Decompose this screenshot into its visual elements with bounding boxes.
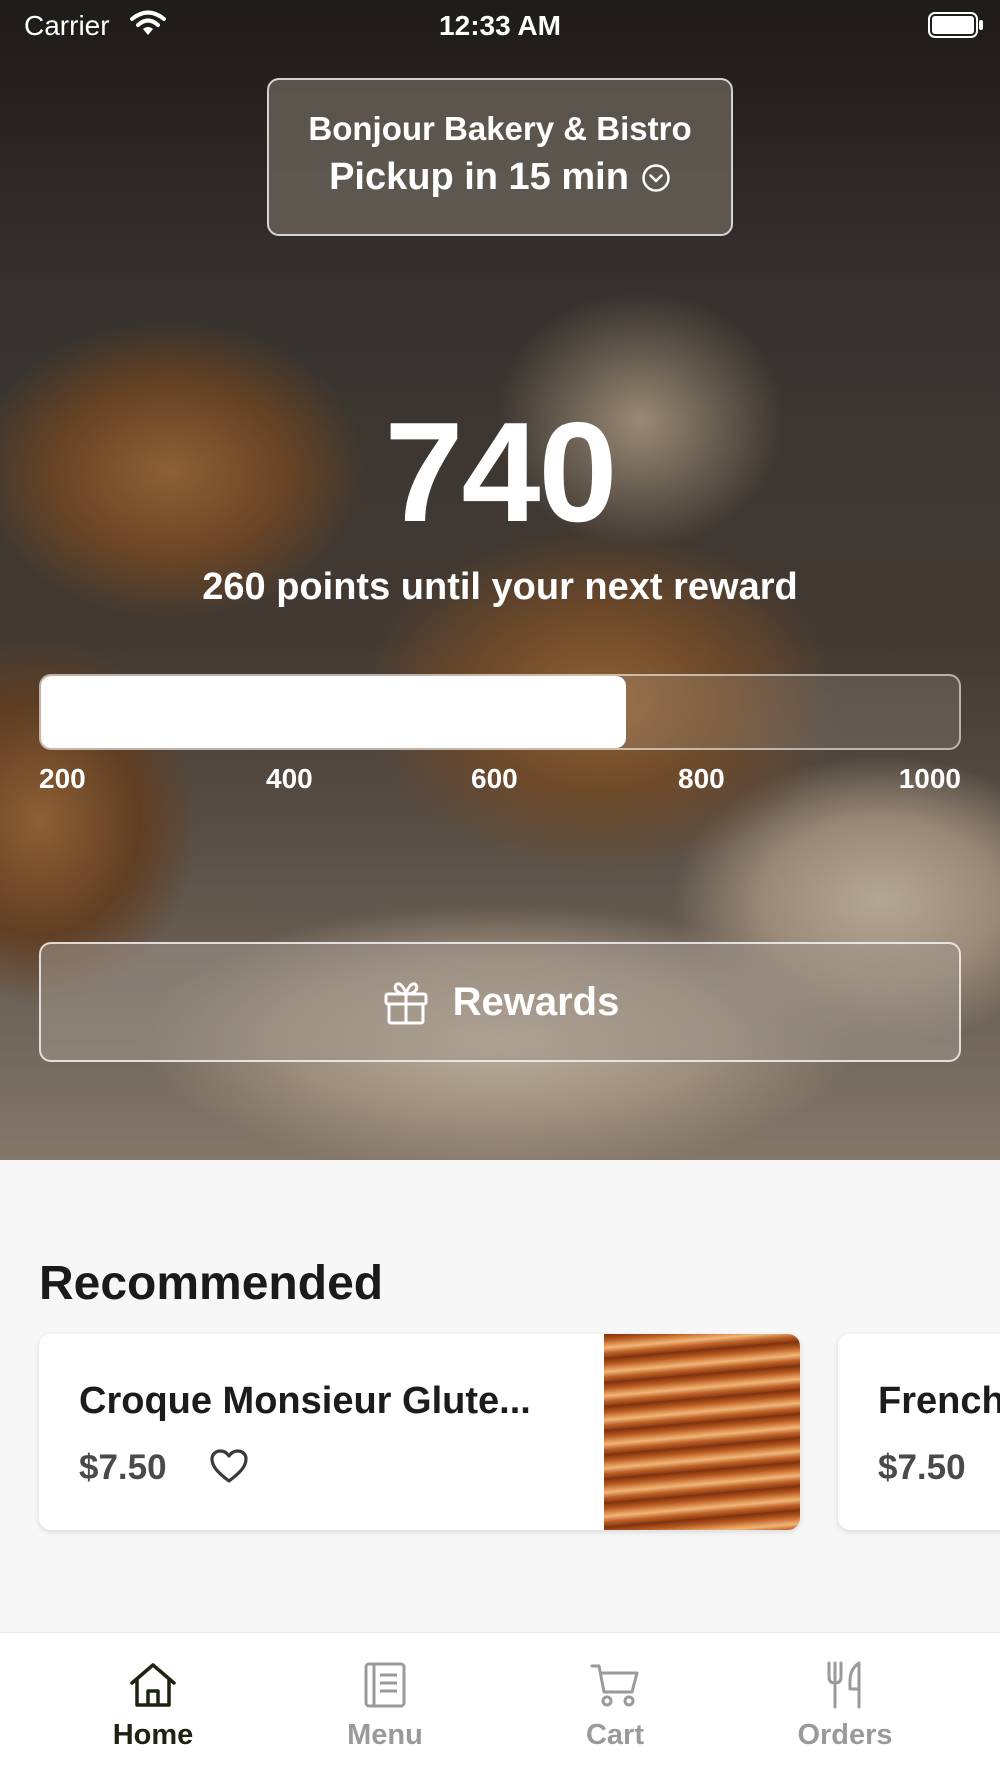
tick-label: 1000 xyxy=(898,763,961,794)
tab-label: Home xyxy=(112,1719,194,1751)
item-price: $7.50 xyxy=(79,1448,167,1487)
item-name: Croque Monsieur Glute... xyxy=(79,1380,531,1422)
recommended-card[interactable]: Croque Monsieur Glute... $7.50 xyxy=(39,1334,800,1530)
recommended-heading: Recommended xyxy=(39,1257,384,1310)
tab-bar: Home Menu Cart Orders xyxy=(0,1632,1000,1778)
progress-ticks: 200 400 600 800 1000 xyxy=(39,763,961,799)
store-name: Bonjour Bakery & Bistro xyxy=(308,110,692,147)
tick-label: 200 xyxy=(39,763,86,794)
points-caption: 260 points until your next reward xyxy=(202,566,798,608)
tab-label: Cart xyxy=(585,1719,644,1751)
tick-label: 800 xyxy=(678,763,725,794)
pickup-row: Pickup in 15 min xyxy=(269,156,731,199)
tab-home[interactable]: Home xyxy=(53,1633,253,1778)
menu-book-icon xyxy=(364,1662,406,1708)
tab-menu[interactable]: Menu xyxy=(285,1633,485,1778)
tick-label: 400 xyxy=(266,763,313,794)
cart-icon xyxy=(590,1664,639,1707)
item-name: French xyxy=(878,1380,1000,1422)
item-price: $7.50 xyxy=(878,1448,966,1487)
battery-icon xyxy=(928,12,983,38)
tick-label: 600 xyxy=(471,763,518,794)
chevron-down-circle-icon xyxy=(642,163,670,192)
status-time: 12:33 AM xyxy=(439,10,561,41)
tab-orders[interactable]: Orders xyxy=(745,1633,945,1778)
rewards-progress-fill xyxy=(41,676,626,748)
tab-label: Orders xyxy=(797,1719,893,1751)
rewards-button[interactable]: Rewards xyxy=(39,942,961,1062)
heart-outline-icon[interactable] xyxy=(209,1448,249,1484)
item-image xyxy=(604,1334,800,1530)
store-selector-button[interactable]: Bonjour Bakery & Bistro Pickup in 15 min xyxy=(267,78,733,236)
rewards-progress-bar xyxy=(39,674,961,750)
points-balance: 740 xyxy=(384,393,618,552)
gift-icon xyxy=(384,982,428,1025)
rewards-hero: Carrier 12:33 AM Bonjour Bakery & Bistro… xyxy=(0,0,1000,1160)
pickup-time: Pickup in 15 min xyxy=(329,156,629,198)
recommended-card[interactable]: French $7.50 xyxy=(838,1334,1000,1530)
rewards-button-label: Rewards xyxy=(452,979,620,1024)
tab-cart[interactable]: Cart xyxy=(515,1633,715,1778)
tab-label: Menu xyxy=(347,1719,423,1751)
home-icon xyxy=(130,1663,176,1707)
fork-knife-icon xyxy=(827,1661,861,1709)
